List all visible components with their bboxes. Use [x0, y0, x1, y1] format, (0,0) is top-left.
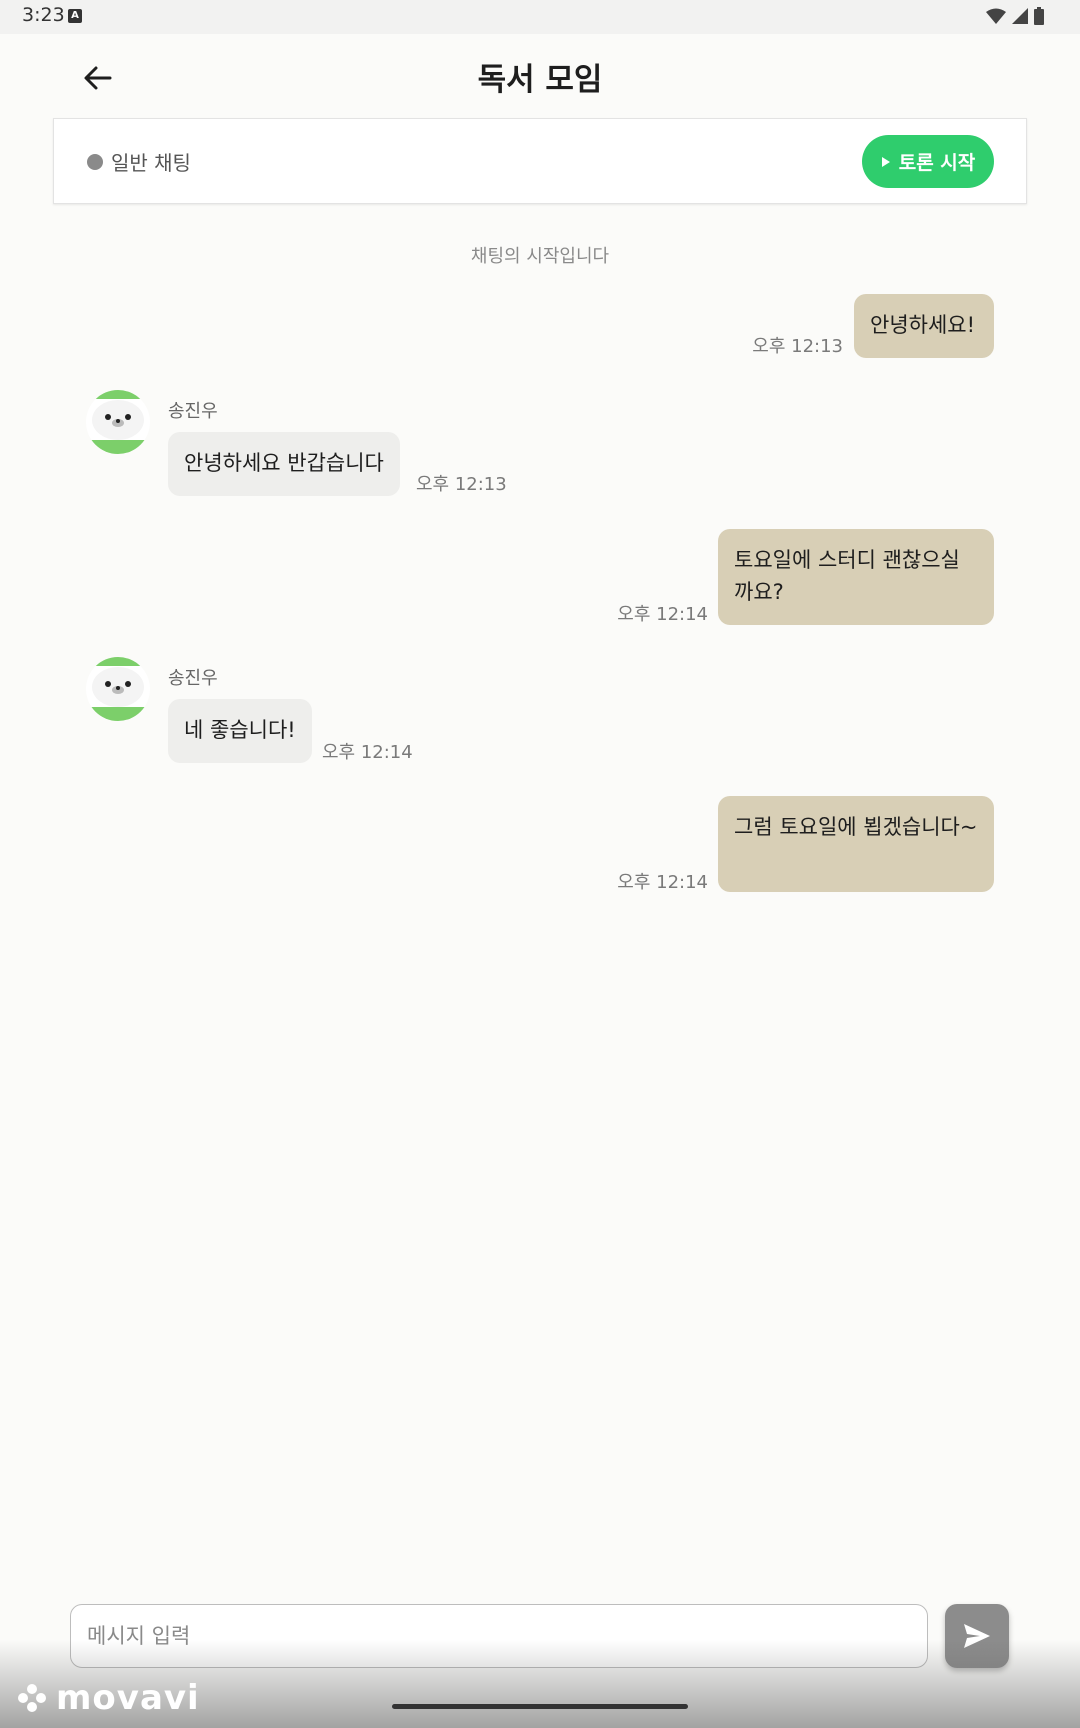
chat-start-notice: 채팅의 시작입니다: [470, 246, 610, 267]
message-text: 그럼 토요일에 뵙겠습니다~: [734, 815, 978, 839]
status-icons: [986, 7, 1044, 25]
sender-name: 송진우: [168, 401, 218, 422]
message-input[interactable]: [71, 1605, 927, 1667]
app-bar: 독서 모임: [0, 34, 1080, 118]
mode-label: 일반 채팅: [111, 151, 191, 175]
send-button[interactable]: [945, 1604, 1009, 1668]
status-time: 3:23: [22, 4, 65, 26]
outgoing-message[interactable]: 안녕하세요!: [854, 294, 994, 358]
signal-icon: [1012, 8, 1028, 24]
avatar[interactable]: [86, 657, 150, 721]
start-debate-button[interactable]: 토론 시작: [862, 135, 994, 188]
message-time: 오후 12:14: [322, 742, 413, 763]
outgoing-message[interactable]: 그럼 토요일에 뵙겠습니다~: [718, 796, 994, 892]
message-time: 오후 12:13: [416, 474, 507, 495]
start-debate-label: 토론 시작: [898, 152, 976, 174]
watermark-text: movavi: [56, 1678, 200, 1718]
home-indicator[interactable]: [392, 1704, 688, 1709]
seal-avatar-icon: [86, 657, 150, 721]
message-input-container: [70, 1604, 928, 1668]
play-icon: [881, 156, 890, 167]
sender-name: 송진우: [168, 668, 218, 689]
avatar[interactable]: [86, 390, 150, 454]
chat-mode-panel: 일반 채팅 토론 시작: [53, 118, 1027, 204]
page-title: 독서 모임: [477, 62, 603, 98]
wifi-icon: [986, 8, 1006, 24]
message-text: 네 좋습니다!: [184, 718, 296, 742]
message-text: 안녕하세요 반갑습니다: [184, 451, 384, 475]
outgoing-message[interactable]: 토요일에 스터디 괜찮으실까요?: [718, 529, 994, 625]
seal-avatar-icon: [86, 390, 150, 454]
message-time: 오후 12:14: [617, 604, 708, 625]
movavi-logo-icon: [18, 1684, 46, 1712]
battery-icon: [1034, 7, 1044, 25]
message-text: 안녕하세요!: [870, 313, 976, 337]
message-time: 오후 12:14: [617, 872, 708, 893]
incoming-message[interactable]: 안녕하세요 반갑습니다: [168, 432, 400, 496]
message-time: 오후 12:13: [752, 336, 843, 357]
mode-status-dot: [87, 154, 103, 170]
status-bar: 3:23 A: [0, 0, 1080, 34]
movavi-watermark: movavi: [16, 1678, 200, 1718]
send-icon: [964, 1624, 990, 1648]
incoming-message[interactable]: 네 좋습니다!: [168, 699, 312, 763]
message-text: 토요일에 스터디 괜찮으실까요?: [734, 548, 960, 604]
a-box-icon: A: [68, 9, 82, 23]
